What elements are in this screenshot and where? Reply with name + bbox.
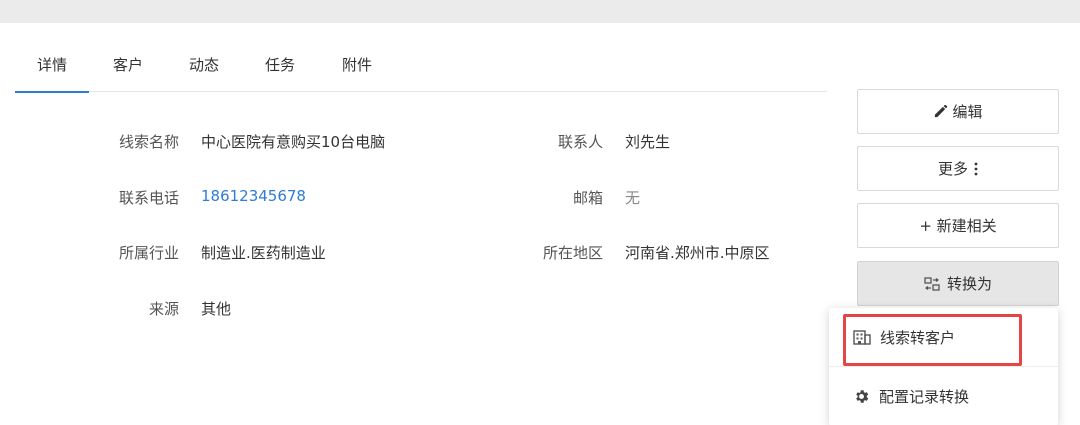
- source-label: 来源: [148, 300, 179, 318]
- convert-button[interactable]: 转换为: [857, 261, 1059, 306]
- convert-button-label: 转换为: [946, 275, 992, 293]
- phone-link[interactable]: 18612345678: [201, 187, 306, 205]
- edit-button[interactable]: 编辑: [857, 89, 1059, 134]
- tab-bar: 详情 客户 动态 任务 附件: [14, 38, 827, 93]
- source-value: 其他: [201, 300, 232, 318]
- tab-attachments[interactable]: 附件: [342, 54, 372, 92]
- new-related-button-label: + 新建相关: [919, 217, 997, 235]
- region-value: 河南省.郑州市.中原区: [625, 244, 770, 262]
- more-button[interactable]: 更多: [857, 146, 1059, 191]
- vertical-ellipsis-icon: [974, 162, 978, 176]
- industry-value: 制造业.医药制造业: [201, 244, 326, 262]
- top-bar: [0, 0, 1080, 23]
- menu-item-lead-to-customer[interactable]: 线索转客户: [829, 308, 1058, 366]
- convert-icon: [924, 276, 940, 291]
- email-value: 无: [625, 189, 641, 207]
- tab-details[interactable]: 详情: [14, 54, 90, 93]
- tab-activity[interactable]: 动态: [189, 54, 219, 92]
- convert-dropdown-menu: 线索转客户 配置记录转换: [829, 308, 1058, 425]
- gear-icon: [853, 388, 870, 405]
- edit-button-label: 编辑: [952, 103, 983, 121]
- menu-item-config-conversion[interactable]: 配置记录转换: [829, 367, 1058, 425]
- phone-label: 联系电话: [118, 189, 179, 207]
- building-icon: [853, 329, 871, 345]
- menu-item-lead-to-customer-label: 线索转客户: [880, 328, 956, 347]
- tab-tasks[interactable]: 任务: [265, 54, 295, 92]
- contact-label: 联系人: [557, 133, 603, 151]
- more-button-label: 更多: [937, 160, 968, 178]
- region-label: 所在地区: [542, 244, 603, 262]
- new-related-button[interactable]: + 新建相关: [857, 203, 1059, 248]
- tab-customer[interactable]: 客户: [113, 54, 143, 92]
- lead-name-label: 线索名称: [118, 133, 179, 151]
- pencil-icon: [933, 104, 948, 119]
- email-label: 邮箱: [572, 189, 603, 207]
- menu-item-config-conversion-label: 配置记录转换: [879, 387, 970, 406]
- contact-value: 刘先生: [625, 133, 671, 151]
- lead-name-value: 中心医院有意购买10台电脑: [201, 133, 386, 151]
- industry-label: 所属行业: [118, 244, 179, 262]
